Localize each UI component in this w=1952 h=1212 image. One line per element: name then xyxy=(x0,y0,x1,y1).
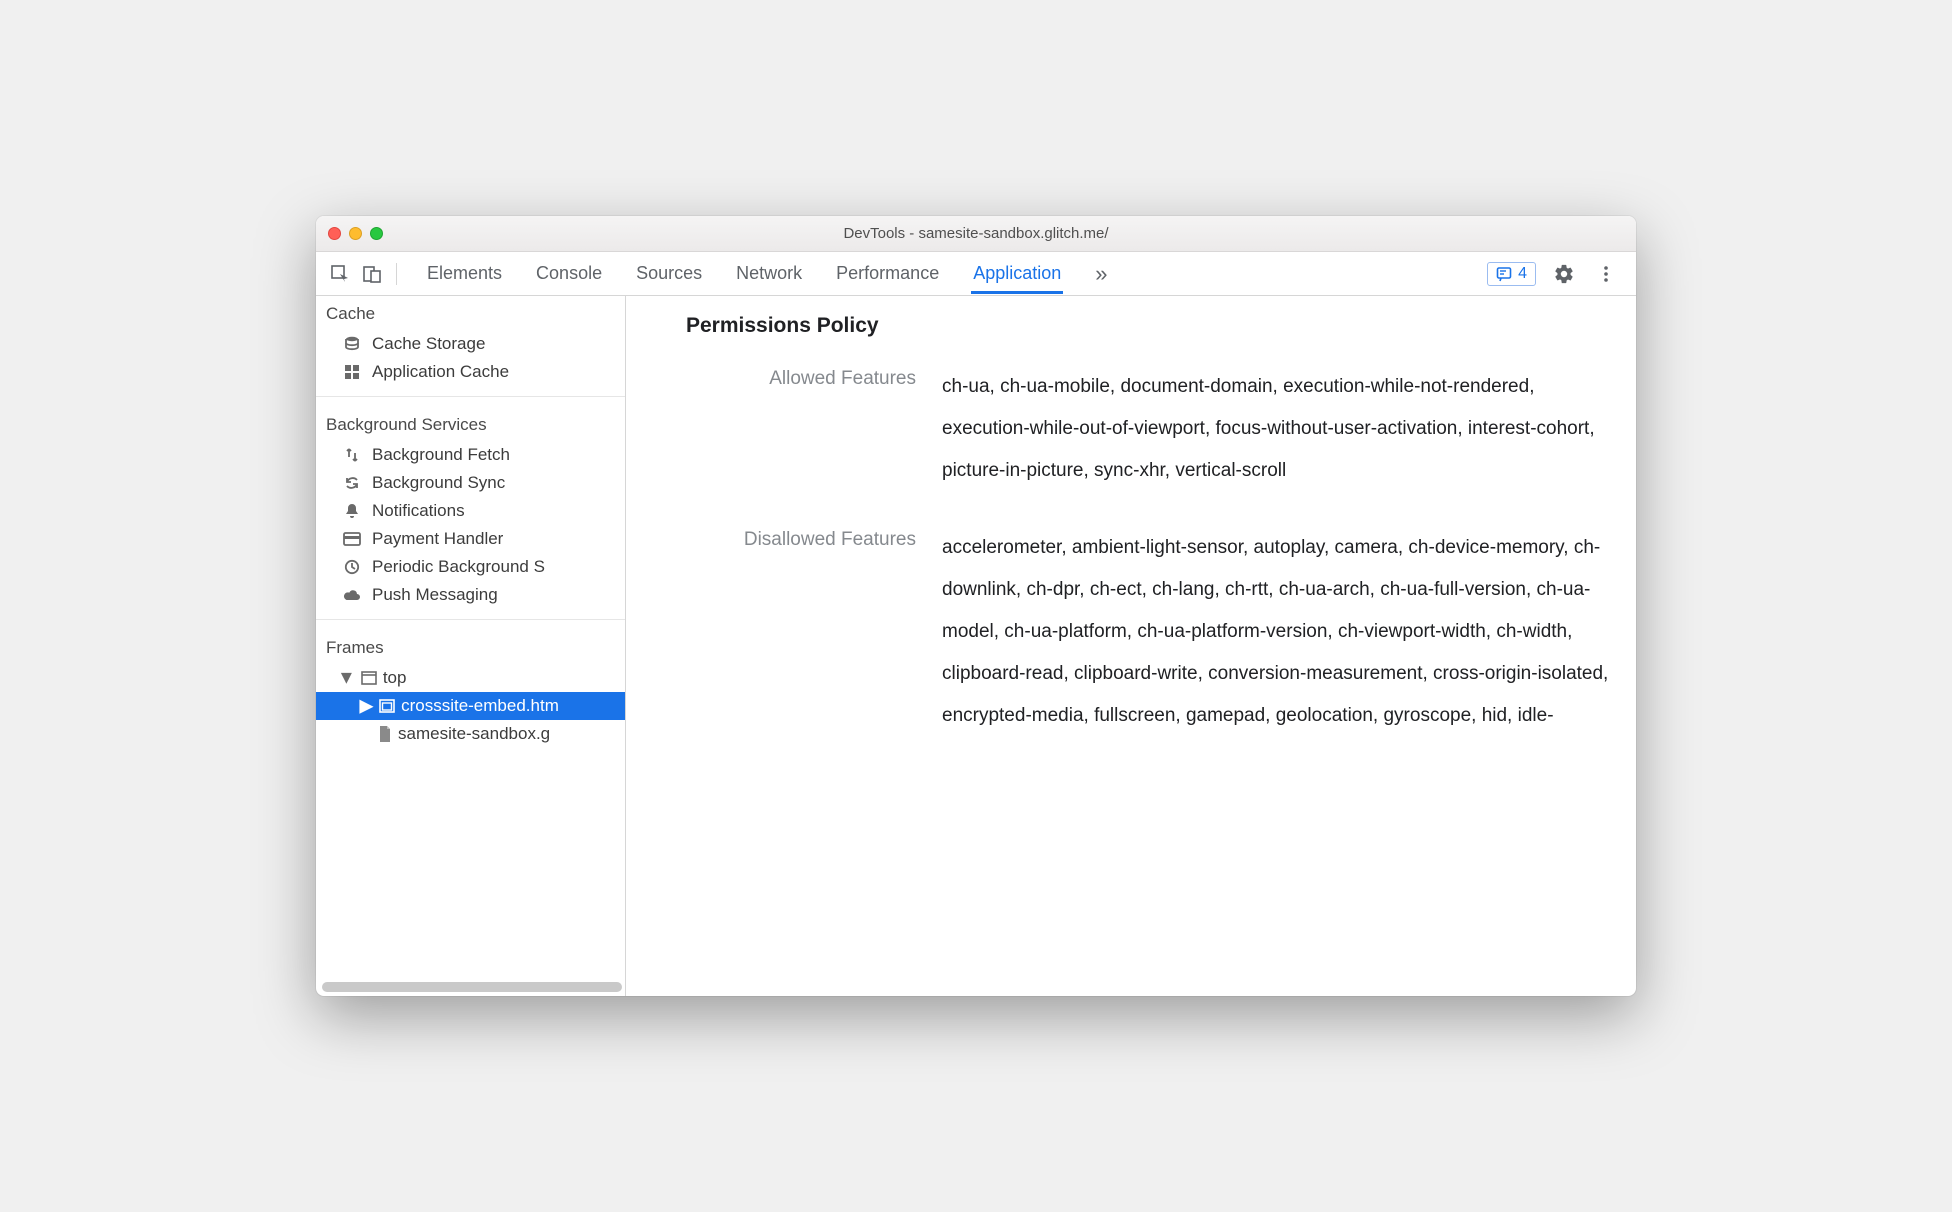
sidebar-divider xyxy=(316,619,625,620)
sidebar-item-label: Cache Storage xyxy=(372,334,485,354)
grid-icon xyxy=(342,364,362,380)
bell-icon xyxy=(342,503,362,519)
window-titlebar: DevTools - samesite-sandbox.glitch.me/ xyxy=(316,216,1636,252)
sidebar-item-label: Periodic Background S xyxy=(372,557,545,577)
sidebar-item-application-cache[interactable]: Application Cache xyxy=(316,358,625,386)
frame-top[interactable]: ▼ top xyxy=(316,664,625,692)
tab-network[interactable]: Network xyxy=(734,253,804,294)
tab-sources[interactable]: Sources xyxy=(634,253,704,294)
sidebar-item-label: Background Sync xyxy=(372,473,505,493)
sidebar-divider xyxy=(316,396,625,397)
disallowed-features-row: Disallowed Features accelerometer, ambie… xyxy=(686,527,1612,736)
bg-services-header: Background Services xyxy=(316,407,625,441)
frames-header: Frames xyxy=(316,630,625,664)
frame-detail-panel[interactable]: Permissions Policy Allowed Features ch-u… xyxy=(626,296,1636,996)
sidebar-item-payment-handler[interactable]: Payment Handler xyxy=(316,525,625,553)
frame-label: samesite-sandbox.g xyxy=(398,724,550,744)
file-icon xyxy=(378,726,392,742)
tab-performance[interactable]: Performance xyxy=(834,253,941,294)
window-title: DevTools - samesite-sandbox.glitch.me/ xyxy=(328,225,1624,242)
cloud-icon xyxy=(342,588,362,602)
sidebar-item-background-sync[interactable]: Background Sync xyxy=(316,469,625,497)
issues-count: 4 xyxy=(1518,265,1527,283)
chevron-down-icon[interactable]: ▼ xyxy=(337,667,356,689)
kebab-menu-icon[interactable] xyxy=(1592,260,1620,288)
sidebar-item-label: Background Fetch xyxy=(372,445,510,465)
minimize-window-button[interactable] xyxy=(349,227,362,240)
fetch-icon xyxy=(342,447,362,463)
allowed-features-row: Allowed Features ch-ua, ch-ua-mobile, do… xyxy=(686,366,1612,491)
frame-samesite-sandbox[interactable]: samesite-sandbox.g xyxy=(316,720,625,748)
toolbar-right: 4 xyxy=(1487,260,1626,288)
close-window-button[interactable] xyxy=(328,227,341,240)
toolbar-separator xyxy=(396,263,397,285)
inspect-element-icon[interactable] xyxy=(326,260,354,288)
frame-crosssite-embed[interactable]: ▶ crosssite-embed.htm xyxy=(316,692,625,720)
allowed-features-value: ch-ua, ch-ua-mobile, document-domain, ex… xyxy=(942,366,1612,491)
application-sidebar[interactable]: Cache Cache Storage Application Cache Ba… xyxy=(316,296,626,996)
horizontal-scrollbar[interactable] xyxy=(322,982,611,992)
db-icon xyxy=(342,335,362,353)
sidebar-item-cache-storage[interactable]: Cache Storage xyxy=(316,330,625,358)
card-icon xyxy=(342,531,362,547)
iframe-icon xyxy=(379,699,395,713)
settings-icon[interactable] xyxy=(1550,260,1578,288)
issues-icon xyxy=(1496,266,1512,282)
sync-icon xyxy=(342,475,362,491)
disallowed-features-value: accelerometer, ambient-light-sensor, aut… xyxy=(942,527,1612,736)
zoom-window-button[interactable] xyxy=(370,227,383,240)
sidebar-item-periodic-background-sync[interactable]: Periodic Background S xyxy=(316,553,625,581)
disallowed-features-label: Disallowed Features xyxy=(686,527,916,551)
chevron-right-icon[interactable]: ▶ xyxy=(359,695,373,717)
window-icon xyxy=(361,671,377,685)
sidebar-item-label: Notifications xyxy=(372,501,465,521)
issues-badge[interactable]: 4 xyxy=(1487,262,1536,286)
devtools-toolbar: Elements Console Sources Network Perform… xyxy=(316,252,1636,296)
sidebar-item-background-fetch[interactable]: Background Fetch xyxy=(316,441,625,469)
cache-section-header: Cache xyxy=(316,296,625,330)
frame-label: crosssite-embed.htm xyxy=(401,696,559,716)
tab-console[interactable]: Console xyxy=(534,253,604,294)
device-toolbar-icon[interactable] xyxy=(358,260,386,288)
permissions-policy-heading: Permissions Policy xyxy=(686,314,1612,338)
sidebar-item-label: Push Messaging xyxy=(372,585,498,605)
allowed-features-label: Allowed Features xyxy=(686,366,916,390)
sidebar-item-label: Application Cache xyxy=(372,362,509,382)
frame-label: top xyxy=(383,668,407,688)
tabs-overflow-button[interactable]: » xyxy=(1093,251,1109,297)
sidebar-item-push-messaging[interactable]: Push Messaging xyxy=(316,581,625,609)
sidebar-item-notifications[interactable]: Notifications xyxy=(316,497,625,525)
content-area: Cache Cache Storage Application Cache Ba… xyxy=(316,296,1636,996)
traffic-lights xyxy=(328,227,383,240)
devtools-window: DevTools - samesite-sandbox.glitch.me/ E… xyxy=(316,216,1636,996)
tab-elements[interactable]: Elements xyxy=(425,253,504,294)
clock-icon xyxy=(342,559,362,575)
devtools-tabs: Elements Console Sources Network Perform… xyxy=(425,251,1483,297)
sidebar-item-label: Payment Handler xyxy=(372,529,503,549)
tab-application[interactable]: Application xyxy=(971,253,1063,294)
